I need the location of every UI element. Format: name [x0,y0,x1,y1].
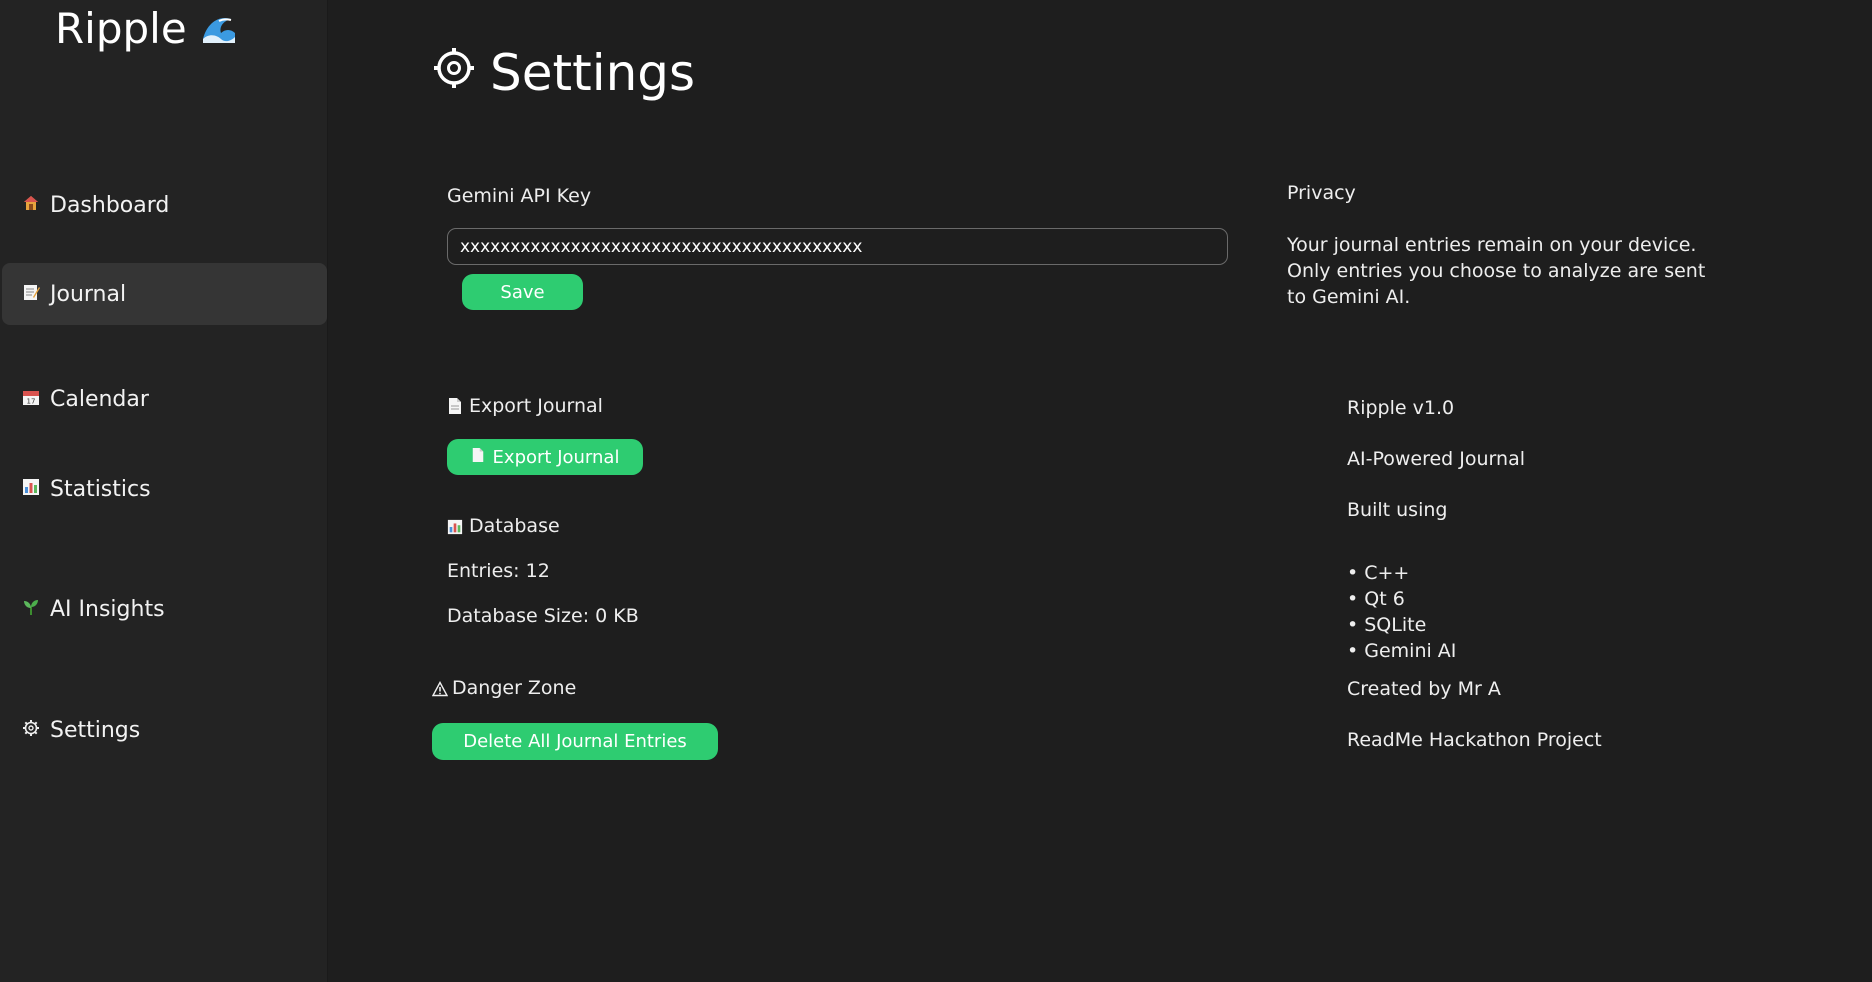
gear-icon [20,719,42,741]
save-button[interactable]: Save [462,274,583,310]
brand: Ripple [55,4,239,53]
house-icon [20,194,42,216]
project-credit: ReadMe Hackathon Project [1347,729,1602,751]
sidebar-item-label: Statistics [50,476,151,502]
api-key-input[interactable] [447,228,1228,265]
brand-name: Ripple [55,4,187,53]
page-title: Settings [432,44,695,102]
sidebar-item-label: Calendar [50,386,149,412]
sidebar-item-journal[interactable]: Journal [2,263,327,325]
list-item: • Qt 6 [1347,588,1405,610]
danger-zone-text: Danger Zone [452,677,577,699]
list-item: • Gemini AI [1347,640,1457,662]
sidebar-item-dashboard[interactable]: Dashboard [2,174,327,236]
list-item: • C++ [1347,562,1410,584]
entries-count: Entries: 12 [447,560,550,582]
sidebar-item-settings[interactable]: Settings [2,699,327,761]
export-section-label: Export Journal [447,395,603,417]
page-title-text: Settings [490,44,696,102]
bar-chart-icon [20,478,42,500]
delete-all-entries-button[interactable]: Delete All Journal Entries [432,723,718,760]
database-label-text: Database [469,515,560,537]
gear-icon [432,44,476,102]
sidebar-item-calendar[interactable]: 17 Calendar [2,368,327,430]
seedling-icon [20,598,42,620]
sidebar-item-ai-insights[interactable]: AI Insights [2,578,327,640]
app-version: Ripple v1.0 [1347,397,1455,419]
wave-icon [199,9,239,49]
database-section-label: Database [447,515,560,537]
settings-window: Ripple Dashboard Journal 17 Calendar Sta… [0,0,1872,982]
svg-text:17: 17 [27,398,36,406]
sidebar: Ripple Dashboard Journal 17 Calendar Sta… [0,0,328,982]
sidebar-item-label: Journal [50,281,127,307]
tech-list: • C++ • Qt 6 • SQLite • Gemini AI [1347,560,1456,664]
database-size: Database Size: 0 KB [447,605,639,627]
sidebar-item-statistics[interactable]: Statistics [2,458,327,520]
sidebar-item-label: AI Insights [50,596,165,622]
sidebar-item-label: Dashboard [50,192,170,218]
export-journal-button[interactable]: Export Journal [447,439,643,475]
privacy-text: Your journal entries remain on your devi… [1287,234,1706,308]
document-icon [471,447,485,468]
export-label-text: Export Journal [469,395,603,417]
document-icon [447,397,463,415]
export-button-label: Export Journal [492,446,620,468]
danger-zone-label: Danger Zone [431,677,577,699]
list-item: • SQLite [1347,614,1427,636]
sidebar-item-label: Settings [50,717,141,743]
app-tagline: AI-Powered Journal [1347,448,1525,470]
warning-icon [431,680,449,698]
built-using-label: Built using [1347,499,1448,521]
calendar-icon: 17 [20,388,42,410]
bar-chart-icon [447,518,463,536]
api-key-label: Gemini API Key [447,185,592,207]
author-credit: Created by Mr A [1347,678,1501,700]
privacy-title: Privacy [1287,182,1356,204]
memo-icon [20,283,42,305]
